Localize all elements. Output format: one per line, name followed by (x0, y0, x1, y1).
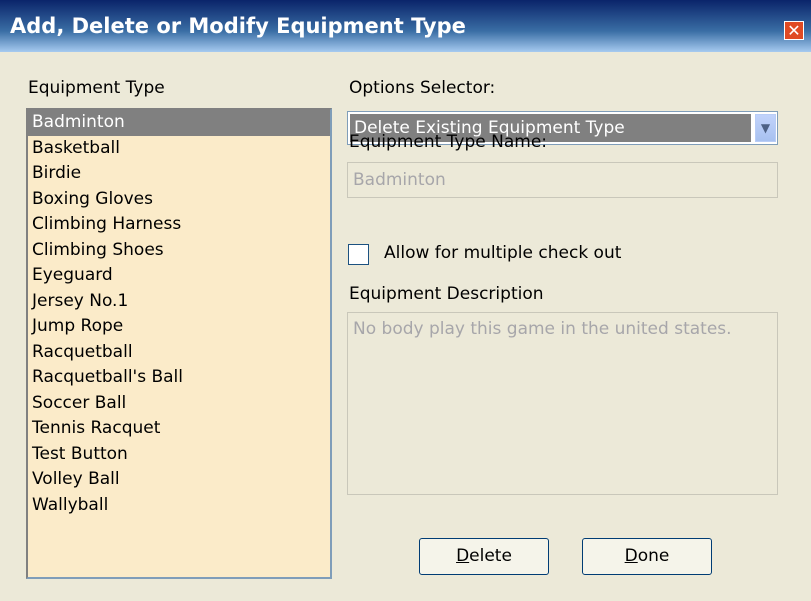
equipment-type-listbox[interactable]: Badminton Basketball Birdie Boxing Gloves Cl… (26, 108, 332, 579)
list-item[interactable]: Wallyball (28, 493, 330, 519)
list-item[interactable]: Climbing Harness (28, 212, 330, 238)
list-item[interactable]: Test Button (28, 442, 330, 468)
list-item[interactable]: Birdie (28, 161, 330, 187)
options-selector-label: Options Selector: (349, 78, 496, 98)
list-item[interactable]: Badminton (28, 110, 330, 136)
list-item[interactable]: Eyeguard (28, 263, 330, 289)
equipment-type-label: Equipment Type (28, 78, 165, 98)
list-item[interactable]: Racquetball's Ball (28, 365, 330, 391)
list-item[interactable]: Soccer Ball (28, 391, 330, 417)
list-item[interactable]: Volley Ball (28, 467, 330, 493)
list-item[interactable]: Basketball (28, 136, 330, 162)
equipment-type-dialog: Add, Delete or Modify Equipment Type ✕ E… (0, 0, 811, 601)
equipment-description-label: Equipment Description (349, 284, 544, 304)
delete-label: elete (469, 546, 512, 566)
list-item[interactable]: Boxing Gloves (28, 187, 330, 213)
chevron-down-icon[interactable]: ▼ (755, 114, 776, 142)
done-button[interactable]: Done (582, 538, 712, 575)
window-title: Add, Delete or Modify Equipment Type (10, 14, 466, 38)
list-item[interactable]: Tennis Racquet (28, 416, 330, 442)
done-mnemonic: D (624, 546, 638, 566)
list-item[interactable]: Jersey No.1 (28, 289, 330, 315)
multiple-checkout-checkbox[interactable] (348, 244, 369, 265)
title-bar: Add, Delete or Modify Equipment Type ✕ (0, 0, 811, 52)
done-label: one (637, 546, 670, 566)
delete-mnemonic: D (456, 546, 470, 566)
delete-button[interactable]: Delete (419, 538, 549, 575)
close-icon[interactable]: ✕ (784, 21, 804, 40)
multiple-checkout-label: Allow for multiple check out (384, 243, 622, 263)
equipment-description-field[interactable]: No body play this game in the united sta… (347, 312, 778, 495)
equipment-type-name-label: Equipment Type Name: (349, 132, 548, 152)
list-item[interactable]: Jump Rope (28, 314, 330, 340)
list-item[interactable]: Racquetball (28, 340, 330, 366)
list-item[interactable]: Climbing Shoes (28, 238, 330, 264)
equipment-type-name-field[interactable]: Badminton (347, 162, 778, 198)
